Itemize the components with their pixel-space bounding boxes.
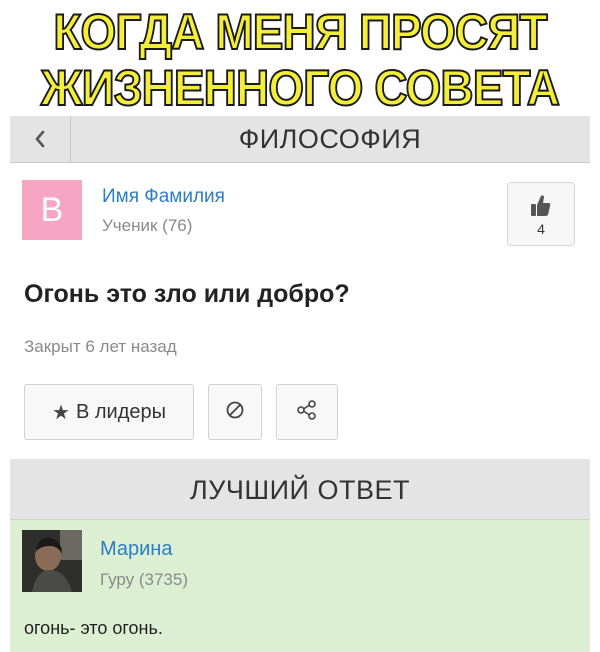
- back-button[interactable]: [10, 116, 71, 162]
- best-answer-header: ЛУЧШИЙ ОТВЕТ: [10, 459, 590, 520]
- answerer-avatar[interactable]: [22, 530, 82, 592]
- author-rank: Ученик (76): [102, 216, 193, 235]
- like-button[interactable]: 4: [507, 182, 575, 246]
- question-title: Огонь это зло или добро?: [24, 280, 350, 308]
- share-button[interactable]: [276, 384, 338, 440]
- block-icon: [225, 400, 245, 425]
- best-answer: Марина Гуру (3735) огонь- это огонь.: [10, 520, 590, 652]
- add-to-leaders-button[interactable]: ★ В лидеры: [24, 384, 194, 440]
- answerer-name-link[interactable]: Марина: [100, 538, 172, 561]
- meme-caption-line-1: КОГДА МЕНЯ ПРОСЯТ: [52, 3, 548, 61]
- question-actions: ★ В лидеры: [24, 384, 584, 440]
- category-bar: ФИЛОСОФИЯ: [10, 116, 590, 163]
- block-button[interactable]: [208, 384, 262, 440]
- meme-caption-line-2: ЖИЗНЕННОГО СОВЕТА: [40, 59, 561, 117]
- question-status: Закрыт 6 лет назад: [24, 337, 177, 356]
- meme-caption: КОГДА МЕНЯ ПРОСЯТ ЖИЗНЕННОГО СОВЕТА: [0, 0, 600, 118]
- thumbs-up-icon: [530, 193, 552, 222]
- chevron-left-icon: [34, 130, 46, 148]
- category-title: ФИЛОСОФИЯ: [238, 124, 422, 154]
- share-icon: [296, 399, 318, 426]
- best-answer-text: огонь- это огонь.: [24, 618, 163, 638]
- author-name-link[interactable]: Имя Фамилия: [102, 186, 225, 208]
- add-to-leaders-label: В лидеры: [75, 400, 166, 423]
- star-icon: ★: [52, 401, 70, 424]
- answerer-rank: Гуру (3735): [100, 570, 189, 589]
- author-avatar[interactable]: В: [22, 180, 82, 240]
- like-count: 4: [537, 221, 545, 237]
- question-author: В Имя Фамилия Ученик (76) 4: [22, 180, 582, 246]
